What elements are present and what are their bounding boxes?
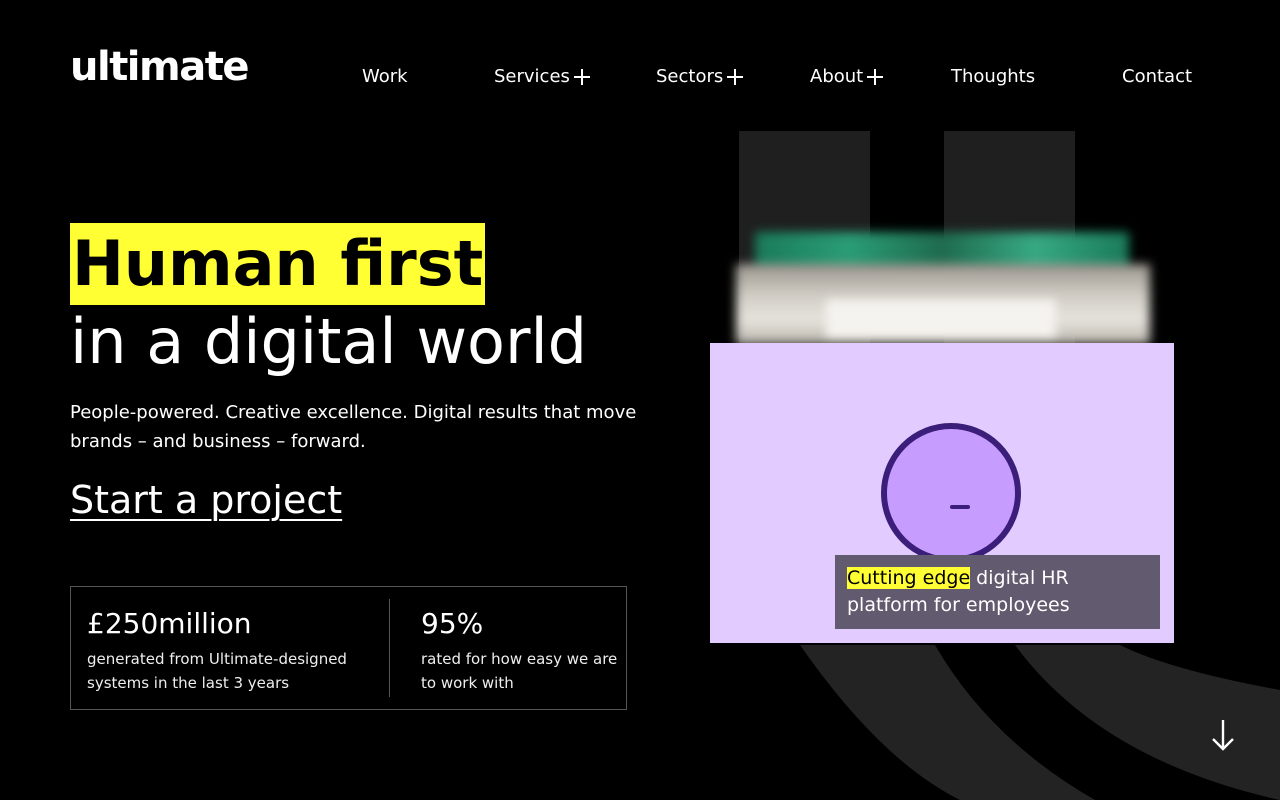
nav-item-label: Contact	[1122, 66, 1193, 87]
stat-divider	[389, 599, 390, 697]
feature-caption: Cutting edge digital HR platform for emp…	[835, 555, 1160, 629]
stat-item: £250million generated from Ultimate-desi…	[87, 587, 387, 709]
nav-item-label: Services	[494, 66, 570, 87]
arrow-down-icon[interactable]	[1208, 718, 1238, 752]
stat-item: 95% rated for how easy we are to work wi…	[421, 587, 621, 709]
hero-title: in a digital world	[70, 305, 588, 378]
nav-item-label: About	[810, 66, 864, 87]
feature-card[interactable]: Cutting edge digital HR platform for emp…	[710, 343, 1174, 643]
minus-icon	[950, 505, 970, 509]
main-nav: Work Services Sectors About Thoughts Con…	[0, 66, 1280, 92]
hero-title-highlight: Human first	[70, 223, 486, 305]
plus-icon	[727, 68, 744, 85]
stat-value: £250million	[87, 607, 252, 640]
nav-item-label: Sectors	[656, 66, 724, 87]
nav-item-label: Work	[362, 66, 408, 87]
nav-item-thoughts[interactable]: Thoughts	[951, 66, 1035, 87]
plus-icon	[573, 68, 590, 85]
stats-box: £250million generated from Ultimate-desi…	[70, 586, 627, 710]
nav-item-about[interactable]: About	[810, 66, 884, 87]
stat-label: generated from Ultimate-designed systems…	[87, 650, 347, 692]
stat-label: rated for how easy we are to work with	[421, 650, 618, 692]
blurred-image-grey	[736, 264, 1150, 344]
plus-icon	[867, 68, 884, 85]
nav-item-services[interactable]: Services	[494, 66, 590, 87]
caption-highlight: Cutting edge	[847, 567, 971, 589]
nav-item-sectors[interactable]: Sectors	[656, 66, 744, 87]
circle-graphic	[881, 423, 1021, 563]
hero-subtitle: People-powered. Creative excellence. Dig…	[70, 402, 637, 452]
stat-value: 95%	[421, 607, 484, 640]
nav-item-label: Thoughts	[951, 66, 1036, 87]
nav-item-contact[interactable]: Contact	[1122, 66, 1192, 87]
start-project-link[interactable]: Start a project	[70, 478, 342, 522]
nav-item-work[interactable]: Work	[362, 66, 408, 87]
